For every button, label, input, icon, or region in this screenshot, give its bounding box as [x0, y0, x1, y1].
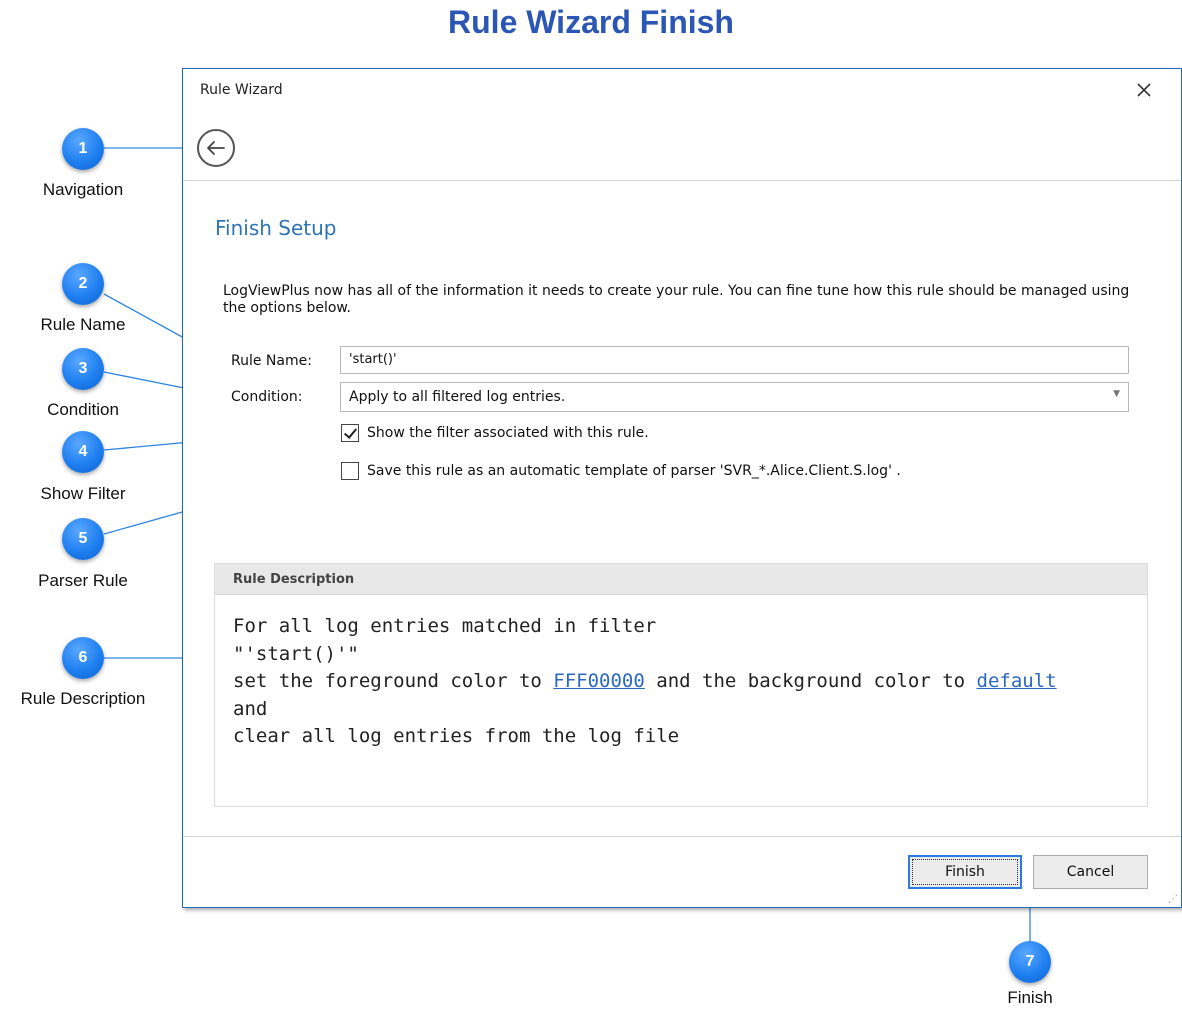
- description-line-5: clear all log entries from the log file: [233, 725, 680, 747]
- rule-name-input[interactable]: 'start()': [340, 346, 1129, 374]
- background-color-link[interactable]: default: [977, 670, 1057, 692]
- callout-badge-6: 6: [62, 637, 104, 679]
- callout-badge-7: 7: [1009, 941, 1051, 983]
- save-template-checkbox[interactable]: [341, 462, 359, 480]
- cancel-button[interactable]: Cancel: [1033, 855, 1148, 889]
- callout-badge-2: 2: [62, 263, 104, 305]
- show-filter-label: Show the filter associated with this rul…: [367, 425, 649, 441]
- rule-description-body: For all log entries matched in filter "'…: [215, 595, 1147, 751]
- callout-badge-4: 4: [62, 431, 104, 473]
- dialog-title: Rule Wizard: [200, 82, 283, 98]
- chevron-down-icon: ▼: [1113, 389, 1120, 399]
- callout-label-finish: Finish: [1007, 988, 1053, 1007]
- rule-name-label: Rule Name:: [231, 353, 312, 369]
- callout-label-rule-name: Rule Name: [40, 315, 126, 334]
- intro-text: LogViewPlus now has all of the informati…: [223, 283, 1130, 316]
- callout-badge-5: 5: [62, 518, 104, 560]
- show-filter-checkbox-row[interactable]: Show the filter associated with this rul…: [341, 424, 649, 442]
- rule-wizard-dialog: Rule Wizard Finish Setup LogViewPlus now…: [182, 68, 1182, 908]
- callout-label-rule-description: Rule Description: [20, 689, 146, 708]
- finish-button[interactable]: Finish: [908, 855, 1022, 889]
- dialog-titlebar: Rule Wizard: [183, 69, 1181, 113]
- close-icon[interactable]: [1133, 79, 1155, 101]
- show-filter-checkbox[interactable]: [341, 424, 359, 442]
- back-arrow-icon[interactable]: [197, 129, 235, 167]
- condition-value: Apply to all filtered log entries.: [349, 389, 566, 405]
- condition-select[interactable]: Apply to all filtered log entries. ▼: [340, 382, 1129, 412]
- description-line-4: and: [233, 697, 268, 720]
- callout-badge-3: 3: [62, 348, 104, 390]
- rule-description-panel: Rule Description For all log entries mat…: [214, 563, 1148, 807]
- description-line-3-start: set the foreground color to: [233, 670, 554, 692]
- condition-label: Condition:: [231, 389, 303, 405]
- callout-badge-1: 1: [62, 128, 104, 170]
- description-line-3-middle: and the background color to: [644, 670, 977, 692]
- callout-label-parser-rule: Parser Rule: [38, 571, 128, 590]
- callout-label-show-filter: Show Filter: [40, 484, 126, 503]
- section-title: Finish Setup: [215, 216, 337, 240]
- foreground-color-link[interactable]: FFF00000: [553, 670, 645, 692]
- save-template-checkbox-row[interactable]: Save this rule as an automatic template …: [341, 462, 901, 480]
- description-line-1: For all log entries matched in filter: [233, 615, 657, 637]
- description-line-2: "'start()'": [233, 642, 359, 665]
- save-template-label: Save this rule as an automatic template …: [367, 463, 901, 479]
- footer-divider: [183, 836, 1181, 837]
- rule-description-header: Rule Description: [215, 564, 1147, 595]
- resize-grip-icon[interactable]: ⋰: [1168, 895, 1178, 905]
- navigation-divider: [183, 180, 1181, 181]
- callout-label-navigation: Navigation: [42, 180, 124, 199]
- page-title: Rule Wizard Finish: [448, 4, 734, 40]
- callout-label-condition: Condition: [47, 400, 119, 419]
